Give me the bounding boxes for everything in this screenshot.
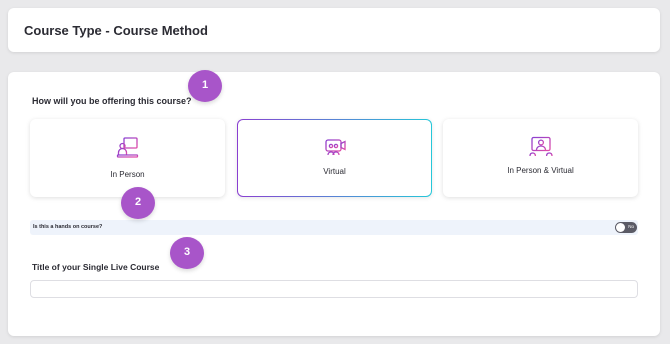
toggle-text: No — [628, 224, 634, 229]
course-title-input[interactable] — [30, 280, 638, 298]
option-label: In Person & Virtual — [507, 166, 574, 175]
offering-question: How will you be offering this course? — [32, 96, 192, 106]
hands-on-label: Is this a hands on course? — [33, 224, 103, 230]
annotation-badge: 2 — [121, 187, 155, 219]
annotation-badge: 1 — [188, 70, 222, 102]
page-title: Course Type - Course Method — [24, 23, 208, 38]
option-virtual[interactable]: Virtual — [237, 119, 432, 197]
hands-on-toggle[interactable]: No — [615, 222, 637, 233]
course-title-label: Title of your Single Live Course — [32, 262, 160, 272]
person-presenter-icon — [116, 137, 138, 158]
hybrid-presenter-icon — [528, 136, 553, 158]
video-conference-icon — [324, 139, 346, 158]
toggle-knob — [616, 223, 625, 232]
option-in-person[interactable]: In Person — [30, 119, 225, 197]
hands-on-row: Is this a hands on course? No — [30, 220, 638, 235]
course-method-form: How will you be offering this course? In… — [8, 72, 660, 336]
annotation-badge: 3 — [170, 237, 204, 269]
option-label: In Person — [110, 170, 145, 179]
option-label: Virtual — [323, 167, 346, 176]
page-header: Course Type - Course Method — [8, 8, 660, 52]
option-in-person-and-virtual[interactable]: In Person & Virtual — [443, 119, 638, 197]
